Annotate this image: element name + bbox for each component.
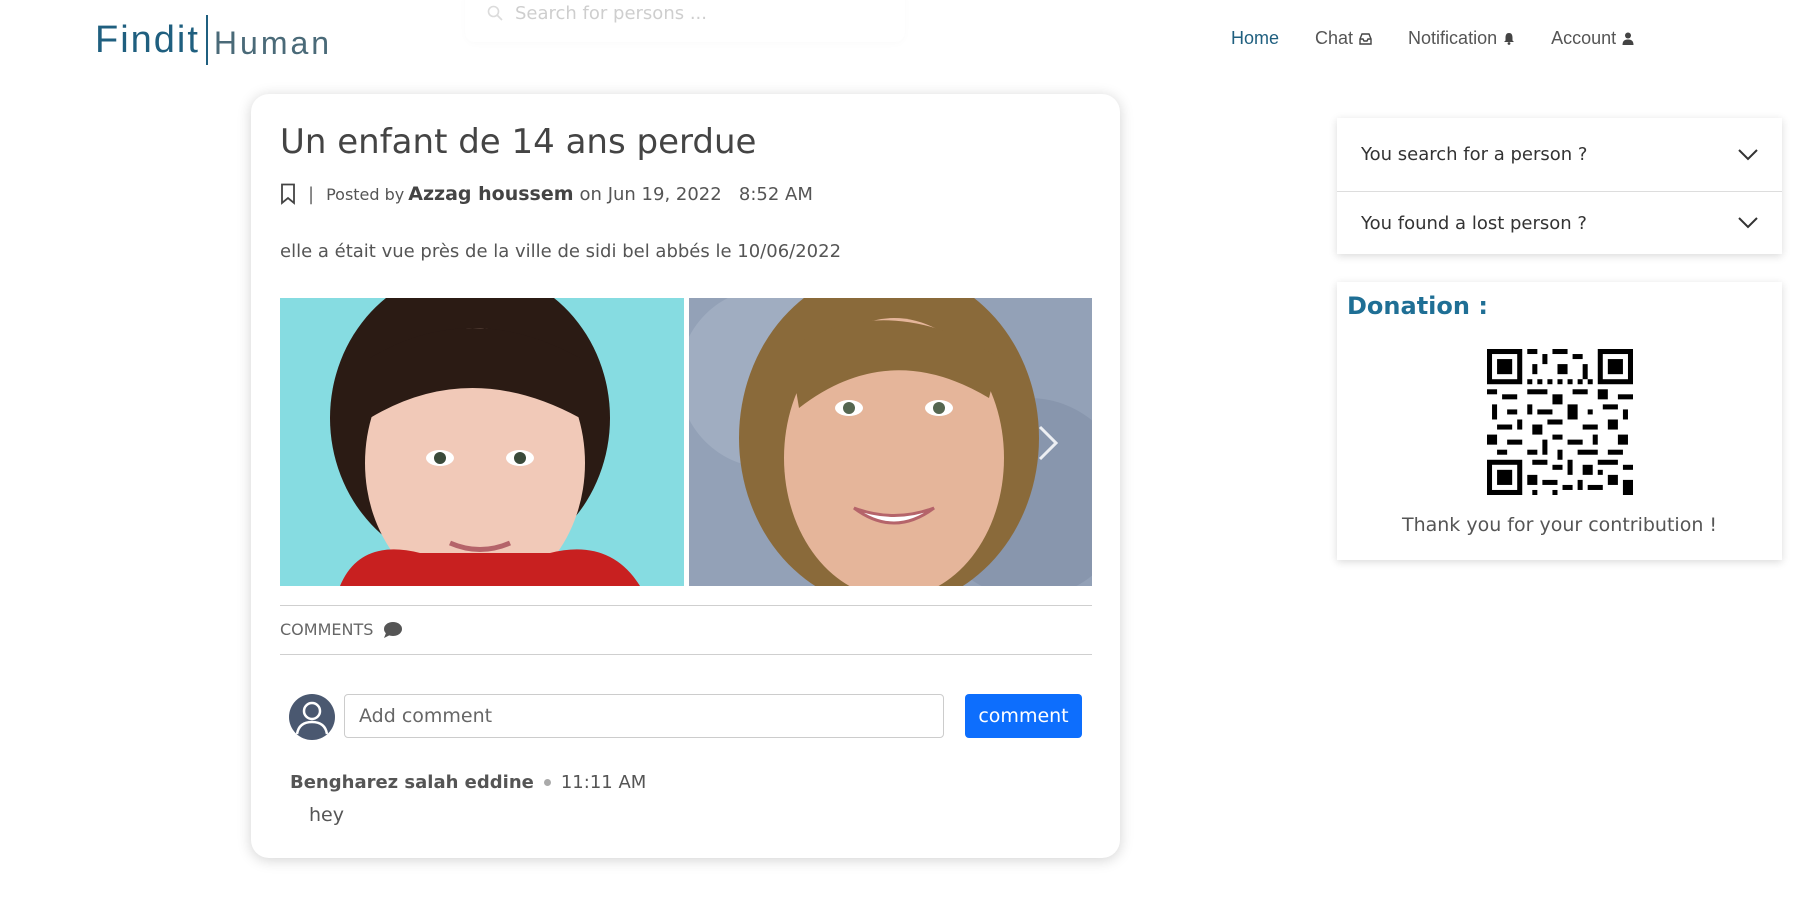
accordion-item-search[interactable]: You search for a person ? xyxy=(1337,118,1782,191)
donation-title: Donation : xyxy=(1347,292,1488,320)
divider xyxy=(280,654,1092,655)
photo-carousel[interactable] xyxy=(280,298,1092,586)
donation-card: Donation : Thank you for your contributi… xyxy=(1337,282,1782,560)
nav-chat[interactable]: Chat xyxy=(1315,28,1372,49)
post-title: Un enfant de 14 ans perdue xyxy=(280,122,757,162)
comment-button[interactable]: comment xyxy=(965,694,1082,738)
posted-by-label: Posted by xyxy=(326,184,405,204)
search-icon xyxy=(487,5,503,21)
avatar xyxy=(289,694,335,740)
dot-separator xyxy=(543,779,551,786)
photo-1 xyxy=(280,298,684,586)
accordion-item-found[interactable]: You found a lost person ? xyxy=(1337,191,1782,254)
on-label: on xyxy=(579,183,602,205)
bookmark-icon[interactable] xyxy=(280,183,296,205)
photo-2 xyxy=(688,298,1093,586)
meta-separator: | xyxy=(308,183,315,205)
accordion-label: You found a lost person ? xyxy=(1361,212,1587,234)
chevron-down-icon xyxy=(1738,217,1758,229)
comments-header: COMMENTS xyxy=(280,620,403,639)
search-bar[interactable] xyxy=(465,0,905,42)
help-accordion: You search for a person ? You found a lo… xyxy=(1337,118,1782,254)
site-logo[interactable]: Findit Human xyxy=(95,14,332,66)
post-description: elle a était vue près de la ville de sid… xyxy=(280,241,842,262)
post-meta: | Posted by Azzag houssem on Jun 19, 202… xyxy=(280,183,813,205)
post-author[interactable]: Azzag houssem xyxy=(408,183,573,205)
comments-label: COMMENTS xyxy=(280,620,374,639)
logo-findit: Findit xyxy=(95,18,200,61)
accordion-label: You search for a person ? xyxy=(1361,144,1588,165)
bell-icon xyxy=(1504,33,1515,45)
search-input[interactable] xyxy=(513,1,877,25)
post-time: 8:52 AM xyxy=(738,183,813,205)
chevron-down-icon xyxy=(1738,148,1758,160)
inbox-icon xyxy=(1359,32,1372,45)
comment-author[interactable]: Bengharez salah eddine xyxy=(290,772,534,793)
post-date: Jun 19, 2022 xyxy=(607,183,722,205)
post-card: Un enfant de 14 ans perdue | Posted by A… xyxy=(251,94,1120,858)
logo-divider xyxy=(205,15,208,65)
chevron-right-icon[interactable] xyxy=(1036,423,1060,463)
donation-thanks: Thank you for your contribution ! xyxy=(1401,514,1718,536)
comment-meta: Bengharez salah eddine 11:11 AM xyxy=(290,772,646,793)
logo-human: Human xyxy=(213,24,333,61)
nav-chat-label: Chat xyxy=(1315,28,1354,48)
nav-notification[interactable]: Notification xyxy=(1408,28,1515,49)
nav-notification-label: Notification xyxy=(1408,28,1498,48)
comment-icon xyxy=(384,621,403,638)
user-icon xyxy=(1622,32,1634,45)
top-nav: Home Chat Notification Account xyxy=(1231,28,1670,49)
comment-time: 11:11 AM xyxy=(560,772,647,793)
nav-account[interactable]: Account xyxy=(1551,28,1634,49)
comment-text: hey xyxy=(309,804,344,826)
nav-home[interactable]: Home xyxy=(1231,28,1279,49)
nav-home-label: Home xyxy=(1231,28,1280,48)
nav-account-label: Account xyxy=(1551,28,1617,48)
comment-input[interactable] xyxy=(344,694,944,738)
divider xyxy=(280,605,1092,606)
qr-code xyxy=(1487,349,1633,495)
